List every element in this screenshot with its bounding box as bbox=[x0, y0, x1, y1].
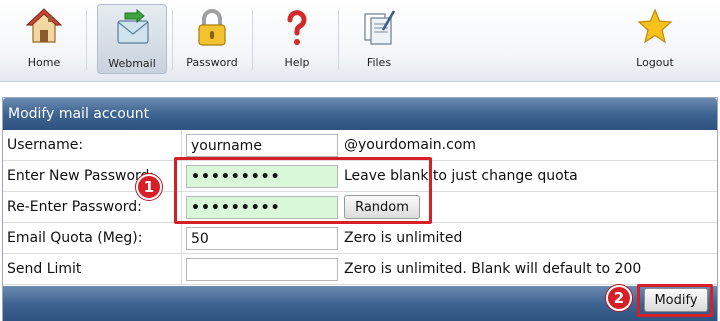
toolbar-help-label: Help bbox=[284, 56, 310, 69]
new-password-label: Enter New Password: bbox=[7, 168, 155, 184]
toolbar-password-label: Password bbox=[186, 56, 238, 69]
panel-title: Modify mail account bbox=[3, 98, 717, 130]
send-limit-input[interactable] bbox=[186, 258, 338, 281]
toolbar-home-label: Home bbox=[27, 56, 61, 69]
row-divider bbox=[181, 254, 182, 285]
question-mark-icon bbox=[287, 10, 307, 45]
send-limit-label: Send Limit bbox=[7, 261, 82, 277]
files-documents-icon bbox=[364, 10, 396, 45]
toolbar-password[interactable]: Password bbox=[177, 4, 247, 74]
modify-button-highlight bbox=[637, 284, 713, 317]
padlock-icon bbox=[198, 9, 226, 46]
toolbar-divider bbox=[252, 10, 253, 70]
toolbar-logout-label: Logout bbox=[636, 56, 674, 69]
row-divider bbox=[181, 223, 182, 254]
toolbar-files[interactable]: Files bbox=[344, 4, 414, 74]
toolbar-divider bbox=[172, 10, 173, 70]
quota-row: Email Quota (Meg): Zero is unlimited bbox=[3, 223, 717, 254]
toolbar-webmail[interactable]: Webmail bbox=[97, 4, 167, 74]
username-input[interactable] bbox=[186, 134, 338, 157]
toolbar-divider bbox=[338, 10, 339, 70]
toolbar-logout[interactable]: Logout bbox=[620, 4, 690, 74]
house-icon bbox=[26, 8, 62, 43]
toolbar-files-label: Files bbox=[366, 56, 392, 69]
quota-label: Email Quota (Meg): bbox=[7, 230, 143, 246]
quota-hint: Zero is unlimited bbox=[344, 230, 463, 246]
toolbar-webmail-label: Webmail bbox=[108, 57, 156, 70]
send-limit-row: Send Limit Zero is unlimited. Blank will… bbox=[3, 254, 717, 285]
toolbar-divider bbox=[86, 10, 87, 70]
username-label: Username: bbox=[7, 137, 84, 153]
password-fields-highlight bbox=[174, 157, 432, 224]
toolbar-home[interactable]: Home bbox=[9, 4, 79, 74]
step-2-badge: 2 bbox=[606, 285, 632, 311]
send-limit-hint: Zero is unlimited. Blank will default to… bbox=[344, 261, 642, 277]
mail-envelope-icon bbox=[117, 9, 149, 44]
quota-input[interactable] bbox=[186, 227, 338, 250]
toolbar-help[interactable]: Help bbox=[262, 4, 332, 74]
step-1-badge: 1 bbox=[136, 174, 162, 200]
star-icon bbox=[637, 8, 673, 44]
domain-suffix: @yourdomain.com bbox=[344, 137, 477, 153]
re-password-label: Re-Enter Password: bbox=[7, 199, 142, 215]
top-toolbar: Home Webmail Password Help Files Logout bbox=[0, 0, 720, 82]
